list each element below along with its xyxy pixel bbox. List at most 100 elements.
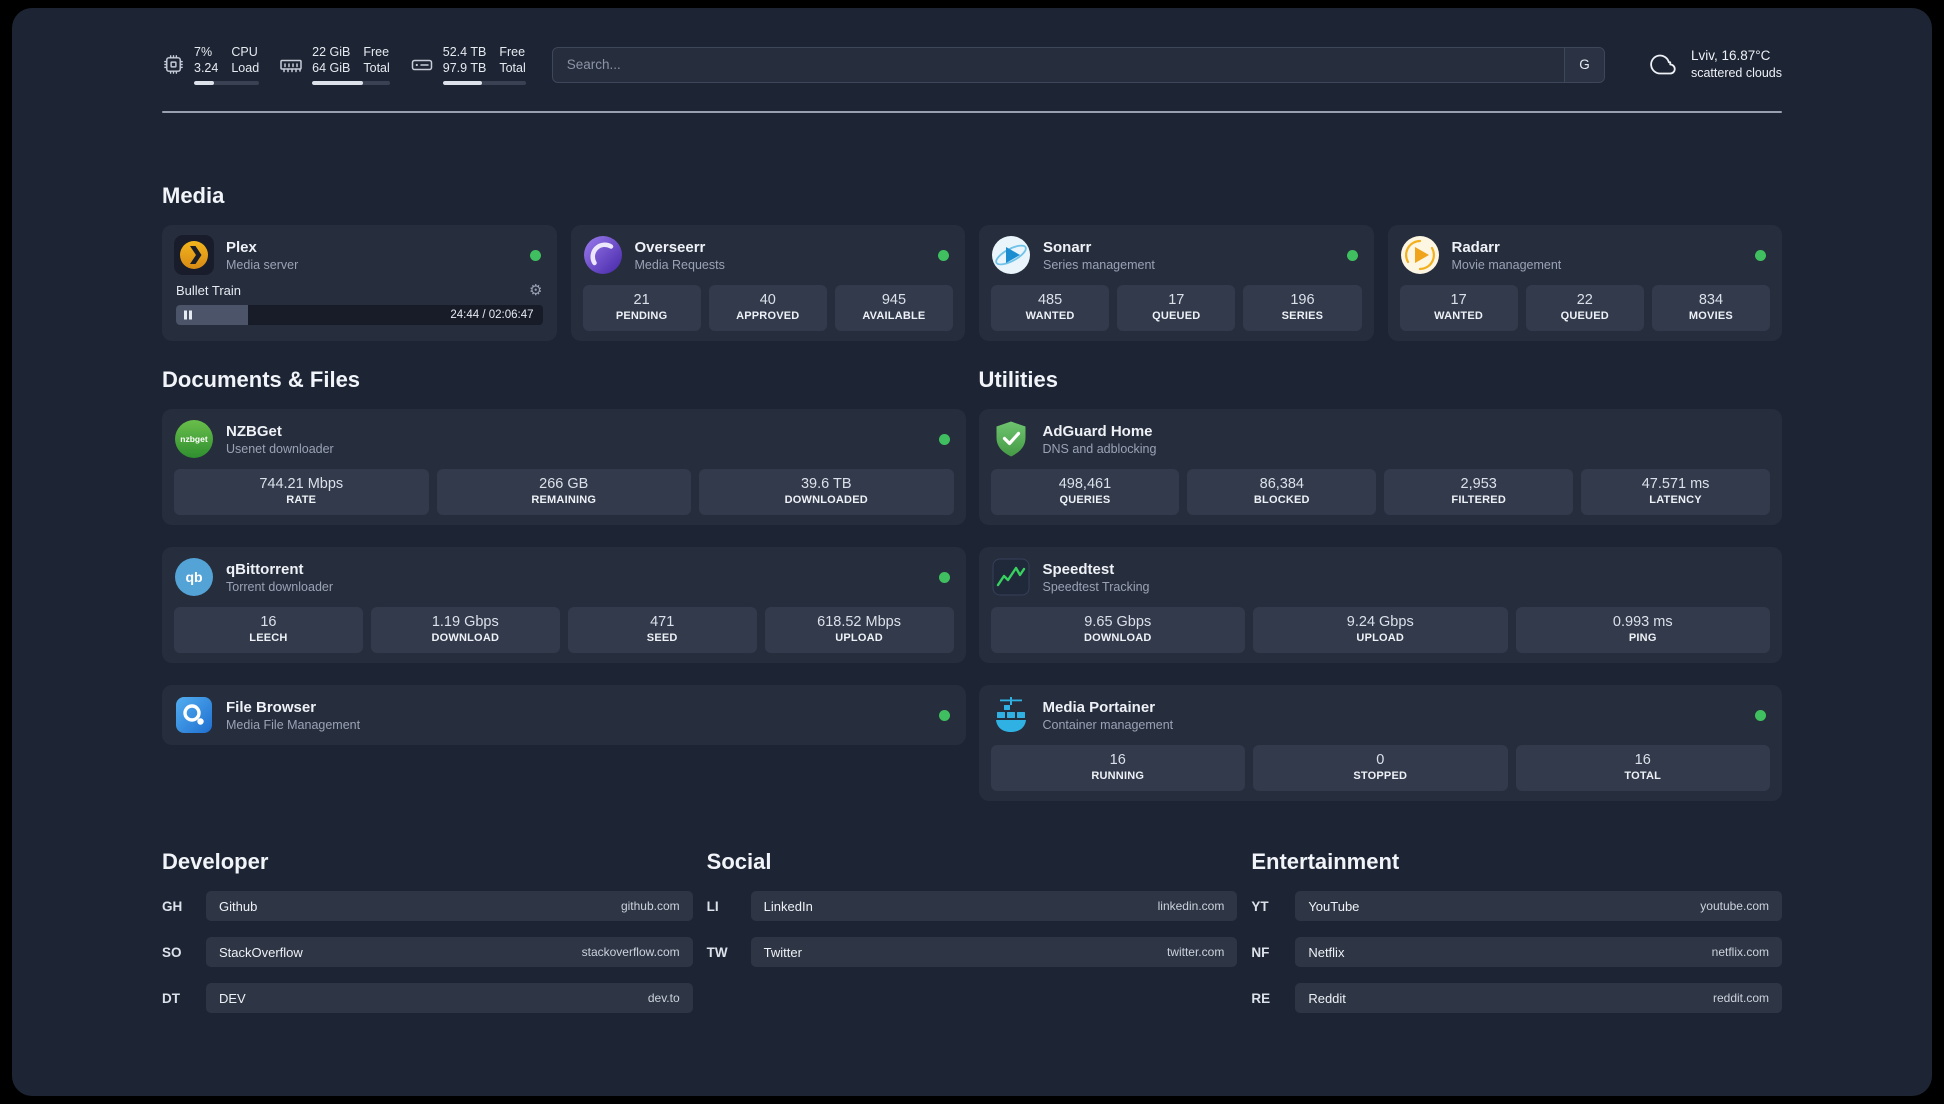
topbar-divider xyxy=(162,111,1782,113)
app-name[interactable]: Media Portainer xyxy=(1043,698,1174,717)
plex-icon[interactable] xyxy=(174,235,214,275)
stat-value: 9.65 Gbps xyxy=(1084,614,1152,630)
bookmark-link-netflix[interactable]: Netflix netflix.com xyxy=(1295,937,1782,967)
status-dot xyxy=(938,249,949,261)
bookmark-url: youtube.com xyxy=(1700,899,1769,913)
stat-label: WANTED xyxy=(1434,310,1484,322)
stat-value: 9.24 Gbps xyxy=(1346,614,1414,630)
cpu-usage-bar xyxy=(194,81,260,85)
overseerr-icon[interactable] xyxy=(583,235,623,275)
cloud-icon xyxy=(1647,51,1680,78)
stat-value: 2,953 xyxy=(1460,476,1497,492)
stat-label: DOWNLOAD xyxy=(431,632,500,644)
stat-value: 16 xyxy=(260,614,277,630)
stat-tile: 471 SEED xyxy=(567,607,757,653)
app-name[interactable]: File Browser xyxy=(226,698,360,717)
app-name[interactable]: Overseerr xyxy=(635,238,725,257)
stat-value: 0.993 ms xyxy=(1612,614,1673,630)
top-bar: 7% 3.24 CPU Load 22 GiB 64 GiB Free Tota… xyxy=(162,44,1782,85)
bookmark-link-reddit[interactable]: Reddit reddit.com xyxy=(1295,983,1782,1013)
cpu-labels: CPU Load xyxy=(231,44,259,76)
stat-tile: 266 GB REMAINING xyxy=(436,469,691,515)
now-playing-widget: Bullet Train ⚙ 24:44 / 02:06:47 xyxy=(174,283,545,325)
stat-tile: 196 SERIES xyxy=(1243,285,1362,331)
bookmark-link-youtube[interactable]: YouTube youtube.com xyxy=(1295,891,1782,921)
svg-text:nzbget: nzbget xyxy=(180,434,208,444)
bookmark-row: LI LinkedIn linkedin.com xyxy=(707,891,1238,921)
weather-condition: scattered clouds xyxy=(1690,66,1782,80)
section-social: Social LI LinkedIn linkedin.com TW Twitt… xyxy=(707,849,1238,983)
stat-label: DOWNLOAD xyxy=(1083,632,1152,644)
adguard-icon[interactable] xyxy=(991,419,1031,459)
status-dot xyxy=(938,433,950,445)
storage-widget: 52.4 TB 97.9 TB Free Total xyxy=(410,44,526,85)
stat-tile: 16 TOTAL xyxy=(1515,745,1770,791)
stat-label: UPLOAD xyxy=(835,632,883,644)
disk-values: 52.4 TB 97.9 TB xyxy=(443,44,487,76)
app-name[interactable]: NZBGet xyxy=(226,422,334,441)
playback-progress-bar[interactable]: 24:44 / 02:06:47 xyxy=(176,305,543,325)
app-name[interactable]: Speedtest xyxy=(1043,560,1150,579)
search-input[interactable] xyxy=(552,47,1564,82)
stat-label: TOTAL xyxy=(1624,770,1662,782)
app-name[interactable]: qBittorrent xyxy=(226,560,333,579)
stat-tile: 39.6 TB DOWNLOADED xyxy=(699,469,954,515)
stat-tile: 1.19 Gbps DOWNLOAD xyxy=(370,607,560,653)
app-description: Movie management xyxy=(1451,257,1562,272)
stat-tile: 17 QUEUED xyxy=(1117,285,1236,331)
section-utilities: Utilities AdGuard Home DNS and adblockin… xyxy=(978,367,1782,801)
bookmark-row: GH Github github.com xyxy=(162,891,693,921)
app-name[interactable]: Sonarr xyxy=(1043,238,1155,257)
stat-label: APPROVED xyxy=(736,310,800,322)
portainer-icon[interactable] xyxy=(991,695,1031,735)
section-title-entertainment: Entertainment xyxy=(1251,849,1400,874)
qbittorrent-icon[interactable]: qb xyxy=(174,557,214,597)
bookmark-url: linkedin.com xyxy=(1157,899,1225,913)
bookmark-link-stackoverflow[interactable]: StackOverflow stackoverflow.com xyxy=(206,937,693,967)
section-title-developer: Developer xyxy=(162,849,269,874)
section-media: Media Plex Media server Bullet Train ⚙ 2… xyxy=(162,183,1782,341)
app-name[interactable]: Radarr xyxy=(1452,238,1562,257)
stat-label: DOWNLOADED xyxy=(784,494,868,506)
disk-free-label: Free xyxy=(499,45,526,59)
load-label: Load xyxy=(231,61,260,75)
app-card-plex: Plex Media server Bullet Train ⚙ 24:44 /… xyxy=(162,225,557,341)
bookmark-code: RE xyxy=(1251,990,1271,1006)
ram-free-value: 22 GiB xyxy=(312,45,351,59)
playback-time: 24:44 / 02:06:47 xyxy=(450,309,534,321)
app-name[interactable]: Plex xyxy=(226,238,298,257)
app-name[interactable]: AdGuard Home xyxy=(1043,422,1157,441)
svg-text:qb: qb xyxy=(185,569,202,585)
nzbget-icon[interactable]: nzbget xyxy=(174,419,214,459)
stat-label: STOPPED xyxy=(1353,770,1408,782)
stat-tile: 21 PENDING xyxy=(582,285,701,331)
sonarr-icon[interactable] xyxy=(991,235,1031,275)
stat-value: 266 GB xyxy=(539,476,589,492)
section-documents: Documents & Files nzbget NZBGet Usenet d… xyxy=(162,367,966,745)
radarr-icon[interactable] xyxy=(1400,235,1440,275)
dashboard-window: 7% 3.24 CPU Load 22 GiB 64 GiB Free Tota… xyxy=(12,8,1932,1096)
search-engine-button[interactable]: G xyxy=(1563,47,1604,82)
section-title-utilities: Utilities xyxy=(978,367,1058,392)
bookmark-link-dev[interactable]: DEV dev.to xyxy=(206,983,693,1013)
cpu-widget: 7% 3.24 CPU Load xyxy=(162,44,260,85)
bookmark-link-github[interactable]: Github github.com xyxy=(206,891,693,921)
pause-icon[interactable] xyxy=(184,310,192,320)
bookmark-link-linkedin[interactable]: LinkedIn linkedin.com xyxy=(750,891,1238,921)
app-description: Usenet downloader xyxy=(226,441,334,456)
stat-label: LATENCY xyxy=(1649,494,1702,506)
stat-tile: 22 QUEUED xyxy=(1525,285,1644,331)
stat-tile: 0.993 ms PING xyxy=(1515,607,1770,653)
filebrowser-icon[interactable] xyxy=(174,695,214,735)
gear-icon[interactable]: ⚙ xyxy=(529,283,542,298)
speedtest-icon[interactable] xyxy=(991,557,1031,597)
bookmark-link-twitter[interactable]: Twitter twitter.com xyxy=(750,937,1238,967)
search-bar[interactable]: G xyxy=(551,46,1605,83)
stat-tile: 86,384 BLOCKED xyxy=(1187,469,1377,515)
stat-value: 744.21 Mbps xyxy=(259,476,344,492)
stat-tile: 0 STOPPED xyxy=(1253,745,1508,791)
bookmark-url: reddit.com xyxy=(1712,991,1769,1005)
stat-label: AVAILABLE xyxy=(862,310,926,322)
stat-tile: 744.21 Mbps RATE xyxy=(174,469,429,515)
stat-tile: 9.24 Gbps UPLOAD xyxy=(1253,607,1508,653)
